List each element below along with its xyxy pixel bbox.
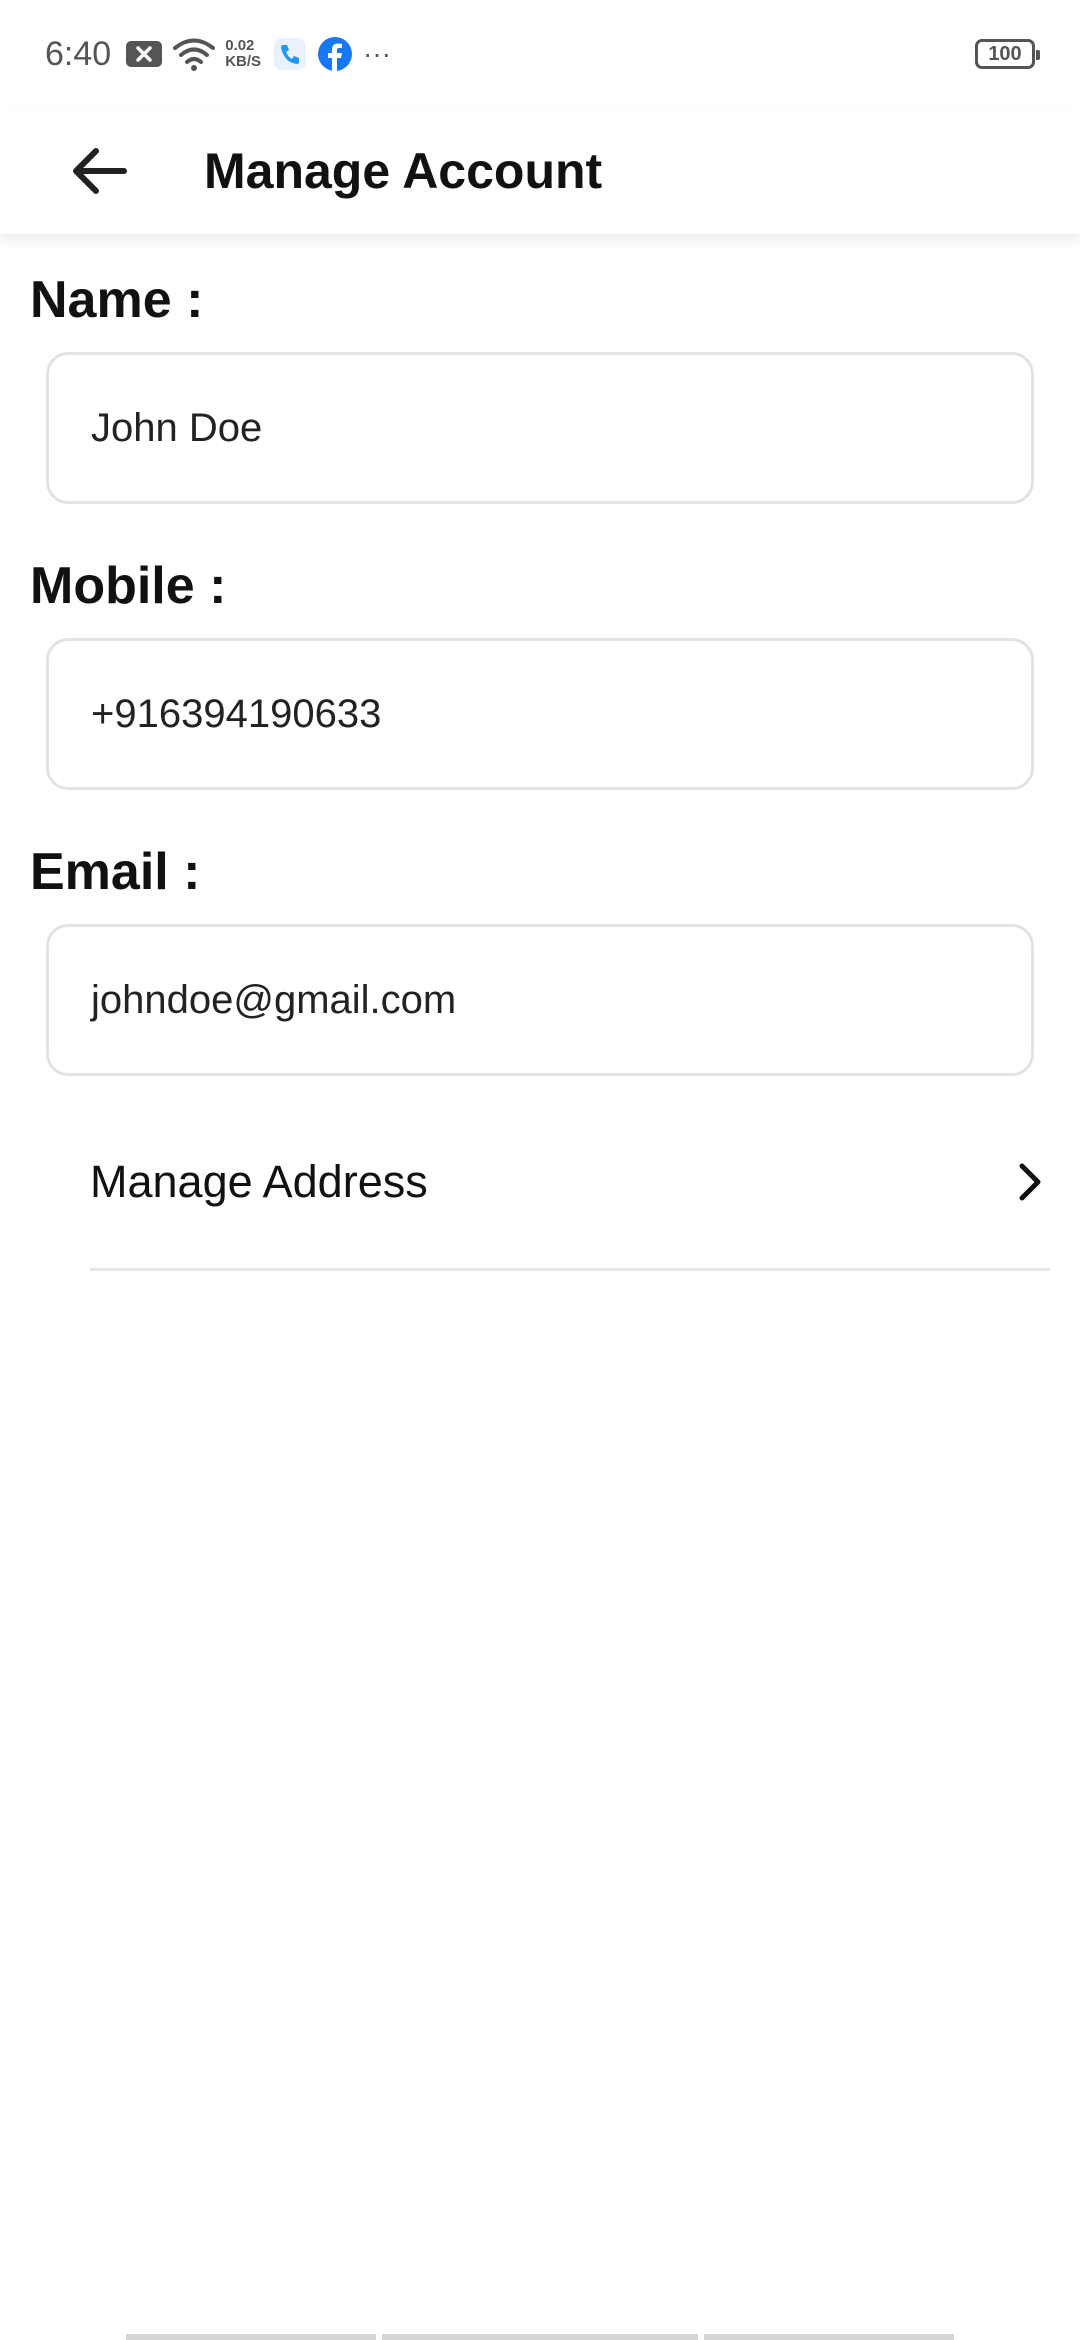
status-time: 6:40: [45, 34, 112, 73]
manage-address-row[interactable]: Manage Address: [90, 1102, 1050, 1262]
wifi-icon: [173, 37, 216, 71]
gesture-bar-center: [382, 2334, 698, 2340]
back-button[interactable]: [60, 131, 140, 211]
gesture-bar-right: [704, 2334, 954, 2340]
net-speed-unit: KB/S: [225, 53, 262, 70]
email-label: Email :: [30, 843, 201, 901]
manage-address-label: Manage Address: [90, 1156, 428, 1207]
arrow-back-icon: [73, 148, 127, 194]
chevron-right-icon: [1019, 1163, 1041, 1201]
phone-call-icon: [273, 37, 307, 71]
facebook-icon: [317, 36, 353, 72]
page-title: Manage Account: [204, 143, 603, 199]
email-field[interactable]: johndoe@gmail.com: [46, 924, 1034, 1076]
name-label: Name :: [30, 271, 204, 329]
more-dots: ···: [363, 38, 392, 69]
status-bar: 6:40 0.02 KB/S ··· 100: [0, 0, 1080, 108]
net-speed-value: 0.02: [225, 37, 255, 54]
name-field[interactable]: John Doe: [46, 352, 1034, 504]
app-bar: Manage Account: [0, 108, 1080, 234]
net-speed: 0.02 KB/S: [225, 38, 261, 70]
gesture-bar-left: [126, 2334, 376, 2340]
mobile-label: Mobile :: [30, 557, 227, 615]
divider: [90, 1268, 1050, 1271]
notification-x-icon: [125, 39, 163, 69]
battery-indicator: 100: [975, 39, 1040, 69]
mobile-field[interactable]: +916394190633: [46, 638, 1034, 790]
